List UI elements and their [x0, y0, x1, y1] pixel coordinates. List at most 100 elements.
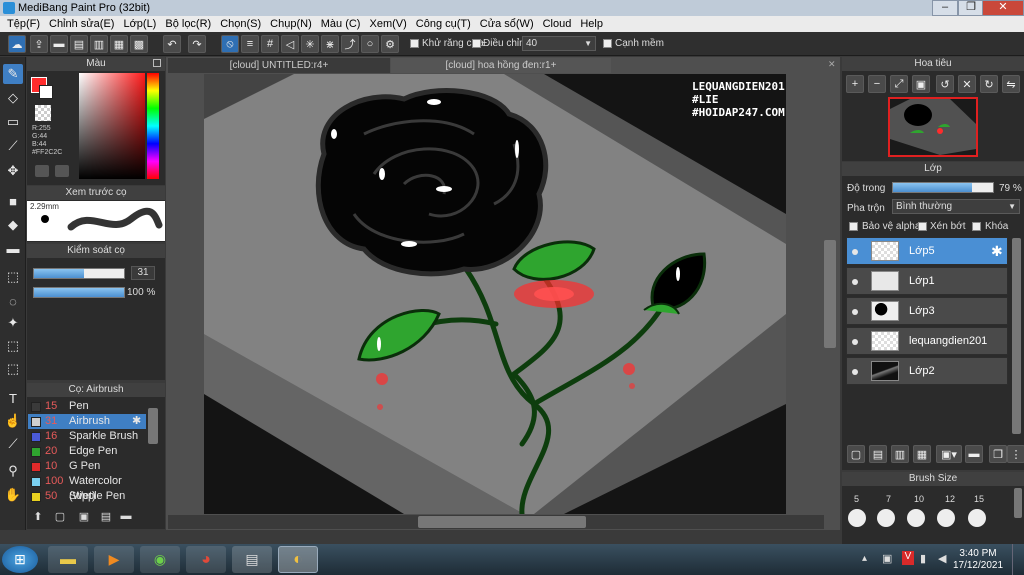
rotate-left-icon[interactable]: ↺ [936, 75, 954, 93]
transparent-swatch[interactable] [35, 105, 51, 121]
line-tool-icon[interactable]: ⟋ [3, 136, 23, 156]
correction-checkbox[interactable] [472, 39, 481, 48]
bucket-tool-icon[interactable]: ◆ [3, 215, 23, 235]
start-button[interactable]: ⊞ [2, 546, 38, 573]
menu-file[interactable]: Tệp(F) [4, 16, 46, 32]
reset-rotation-icon[interactable]: ✕ [958, 75, 976, 93]
correction-select[interactable]: 40 ▼ [522, 36, 596, 51]
clock[interactable]: 3:40 PM 17/12/2021 [952, 548, 1004, 572]
vanishing-snap-icon[interactable]: ⋇ [321, 35, 339, 53]
select-eraser-icon[interactable]: ⬚ [3, 359, 23, 379]
comment-icon[interactable]: ▬ [50, 35, 68, 53]
duplicate-layer-icon[interactable]: ❐ [989, 445, 1007, 463]
redo-icon[interactable]: ↷ [188, 35, 206, 53]
layer-row-lop3[interactable]: Lớp3 [846, 297, 1008, 325]
fit-icon[interactable]: ⤢ [890, 75, 908, 93]
clip-checkbox[interactable] [918, 222, 927, 231]
brush-size-slider[interactable] [33, 268, 125, 279]
brush-item-stipple[interactable]: 50 Stipple Pen [28, 489, 146, 504]
menu-snap[interactable]: Chụp(N) [267, 16, 318, 32]
document-icon[interactable]: ▥ [90, 35, 108, 53]
brush-settings-icon[interactable]: ▤ [98, 510, 114, 525]
tray-app-icon[interactable]: V [902, 551, 914, 565]
layer-row-lop5[interactable]: Lớp5 ✱ [846, 237, 1008, 265]
brush-size-dot-12[interactable] [937, 509, 955, 527]
brush-item-g-pen[interactable]: 10 G Pen [28, 459, 146, 474]
eye-icon[interactable] [852, 279, 858, 285]
add-brush-icon[interactable]: ⬆ [30, 510, 46, 525]
select-tool-icon[interactable]: ⬚ [3, 267, 23, 287]
menu-filter[interactable]: Bộ lọc(R) [162, 16, 217, 32]
taskbar-chrome[interactable]: ◕ [186, 546, 226, 573]
divide-tool-icon[interactable]: ⟋ [3, 434, 23, 454]
brush-size-dot-10[interactable] [907, 509, 925, 527]
grid-snap-icon[interactable]: # [261, 35, 279, 53]
menu-tools[interactable]: Công cụ(T) [413, 16, 477, 32]
brush-size-scrollbar[interactable] [1014, 488, 1022, 518]
saturation-value-picker[interactable] [79, 73, 145, 179]
menu-view[interactable]: Xem(V) [366, 16, 412, 32]
parallel-snap-icon[interactable]: ≡ [241, 35, 259, 53]
taskbar-medibang[interactable]: ◐ [278, 546, 318, 573]
secondary-color-swatch[interactable] [39, 85, 53, 99]
maximize-button[interactable]: ❐ [958, 0, 984, 16]
eye-icon[interactable] [852, 369, 858, 375]
close-button[interactable]: ✕ [982, 0, 1024, 16]
new-8bit-layer-icon[interactable]: ▥ [891, 445, 909, 463]
layer-opacity-slider[interactable] [892, 182, 994, 193]
actual-size-icon[interactable]: ▣ [912, 75, 930, 93]
new-brush-icon[interactable]: ▢ [52, 510, 68, 525]
menu-select[interactable]: Chọn(S) [217, 16, 267, 32]
eye-icon[interactable] [852, 339, 858, 345]
vertical-scrollbar[interactable] [824, 240, 836, 348]
gear-icon[interactable]: ✱ [132, 414, 141, 429]
layer-folder-icon[interactable]: ▬ [965, 445, 983, 463]
protect-alpha-checkbox[interactable] [849, 222, 858, 231]
radial-snap-icon[interactable]: ✳ [301, 35, 319, 53]
eyedropper-tool-icon[interactable]: ⚲ [3, 461, 23, 481]
move-tool-icon[interactable]: ✥ [3, 161, 23, 181]
page-icon[interactable]: ▤ [70, 35, 88, 53]
text-tool-icon[interactable]: T [3, 388, 23, 408]
new-layer-icon[interactable]: ▢ [847, 445, 865, 463]
eye-icon[interactable] [852, 249, 858, 255]
hue-slider[interactable] [147, 73, 159, 179]
export-icon[interactable]: ⇪ [30, 35, 48, 53]
minimize-button[interactable]: – [932, 0, 958, 16]
hand-tool-icon[interactable]: ✋ [3, 485, 23, 505]
brush-size-dot-7[interactable] [877, 509, 895, 527]
panel-icon[interactable]: ▦ [110, 35, 128, 53]
rotate-right-icon[interactable]: ↻ [980, 75, 998, 93]
perspective-snap-icon[interactable]: ◁ [281, 35, 299, 53]
rectangle-tool-icon[interactable]: ▭ [3, 112, 23, 132]
tray-chevron-icon[interactable]: ▴ [862, 553, 867, 564]
brush-item-sparkle[interactable]: 16 Sparkle Brush [28, 429, 146, 444]
menu-layer[interactable]: Lớp(L) [120, 16, 162, 32]
brush-size-value[interactable]: 31 [131, 266, 155, 280]
layers-scrollbar[interactable] [1012, 238, 1021, 434]
zoom-out-icon[interactable]: − [868, 75, 886, 93]
layer-row-lop2[interactable]: Lớp2 [846, 357, 1008, 385]
brush-size-dot-5[interactable] [848, 509, 866, 527]
fill-rect-tool-icon[interactable]: ■ [3, 191, 23, 211]
brush-item-edge-pen[interactable]: 20 Edge Pen [28, 444, 146, 459]
lock-checkbox[interactable] [972, 222, 981, 231]
menu-help[interactable]: Help [577, 16, 609, 32]
menu-color[interactable]: Màu (C) [318, 16, 367, 32]
drawing-canvas[interactable]: LEQUANGDIEN201 #LIE #HOIDAP247.COM [204, 74, 786, 514]
tab-black-rose[interactable]: [cloud] hoa hồng đen:r1+ [391, 58, 611, 73]
circle-snap-icon[interactable]: ○ [361, 35, 379, 53]
show-desktop-button[interactable] [1012, 544, 1024, 575]
tray-network-icon[interactable]: ▮ [920, 552, 926, 565]
flip-icon[interactable]: ⇋ [1002, 75, 1020, 93]
add-layer-menu-icon[interactable]: ▣▾ [936, 445, 962, 463]
eye-icon[interactable] [852, 309, 858, 315]
new-1bit-layer-icon[interactable]: ▦ [913, 445, 931, 463]
menu-edit[interactable]: Chỉnh sửa(E) [46, 16, 120, 32]
taskbar-media-player[interactable]: ▶ [94, 546, 134, 573]
antialias-checkbox[interactable] [410, 39, 419, 48]
color-wheel-icon[interactable] [35, 165, 49, 177]
select-pen-icon[interactable]: ⬚ [3, 336, 23, 356]
zoom-in-icon[interactable]: + [846, 75, 864, 93]
layer-row-lequangdien201[interactable]: lequangdien201 [846, 327, 1008, 355]
